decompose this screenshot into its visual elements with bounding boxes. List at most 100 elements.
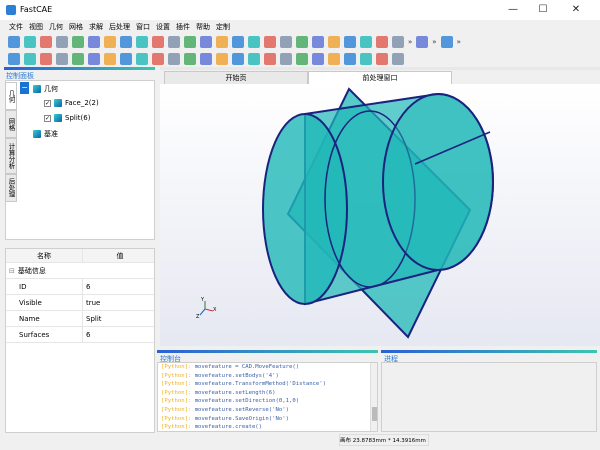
rotate-icon[interactable] — [280, 52, 292, 65]
console-output[interactable]: [Python]: movefeature = CAD.MoveFeature(… — [157, 362, 378, 432]
svg-text:X: X — [213, 307, 217, 313]
move-icon[interactable] — [264, 52, 276, 65]
select-face-icon[interactable] — [312, 35, 324, 48]
view-yx-icon[interactable] — [136, 35, 148, 48]
property-row[interactable]: ID 6 — [6, 279, 154, 295]
variable-fillet-icon[interactable] — [184, 52, 196, 65]
collapse-button[interactable]: − — [20, 82, 29, 94]
fillet-icon[interactable] — [168, 52, 180, 65]
view-zx-icon[interactable] — [168, 35, 180, 48]
menu-1[interactable]: 视图 — [26, 20, 46, 32]
checkbox[interactable]: ✓ — [44, 99, 51, 107]
mirror-icon[interactable] — [248, 52, 260, 65]
menu-8[interactable]: 插件 — [173, 20, 193, 32]
property-row[interactable]: Surfaces 6 — [6, 327, 154, 343]
calculator-icon[interactable] — [88, 35, 100, 48]
console-line: [Python]: movefeature.SaveOrigin('No') — [161, 415, 377, 424]
property-row[interactable]: Visible true — [6, 295, 154, 311]
python-tag: [Python]: — [161, 398, 192, 405]
tab-geometry[interactable]: 几何 — [5, 82, 17, 110]
import-geometry-icon[interactable] — [56, 35, 68, 48]
menu-4[interactable]: 求解 — [86, 20, 106, 32]
mesh-cube-icon[interactable] — [416, 35, 429, 48]
cone-icon[interactable] — [56, 52, 68, 65]
python-tag: [Python]: — [161, 381, 192, 388]
menu-6[interactable]: 窗口 — [133, 20, 153, 32]
display-surface-icon[interactable] — [216, 35, 228, 48]
checkbox[interactable]: ✓ — [44, 114, 51, 122]
main-toolbar: » » » — [0, 33, 600, 50]
view-yz-icon[interactable] — [184, 35, 196, 48]
boolean-cut-icon[interactable] — [216, 52, 228, 65]
tab-mesh[interactable]: 网格 — [5, 110, 17, 138]
extrude-icon[interactable] — [312, 52, 324, 65]
points-icon[interactable] — [120, 52, 132, 65]
group-row[interactable]: ⊟ 基础信息 — [6, 263, 154, 279]
tab-postprocess[interactable]: 后处理 — [5, 174, 17, 202]
display-points-icon[interactable] — [232, 35, 244, 48]
close-button[interactable]: ✕ — [566, 3, 586, 17]
box-icon[interactable] — [24, 52, 36, 65]
tree-item-split[interactable]: ✓ Split(6) — [44, 110, 90, 126]
view-zy-icon[interactable] — [200, 35, 212, 48]
undo-icon[interactable] — [440, 35, 453, 48]
minimize-button[interactable]: — — [503, 3, 523, 17]
split-icon[interactable] — [376, 52, 388, 65]
menu-9[interactable]: 帮助 — [193, 20, 213, 32]
tree-item-datum[interactable]: 基准 — [33, 126, 58, 142]
box-select-icon[interactable] — [344, 35, 356, 48]
line-icon[interactable] — [104, 52, 116, 65]
menu-10[interactable]: 定制 — [213, 20, 233, 32]
property-name: Name — [6, 311, 83, 326]
console-text: movefeature.setBodys('4') — [194, 372, 279, 379]
revolve-icon[interactable] — [360, 52, 372, 65]
boolean-common-icon[interactable] — [232, 52, 244, 65]
view-xy-icon[interactable] — [120, 35, 132, 48]
console-line: [Python]: movefeature.create() — [161, 423, 377, 431]
grid-toggle-icon[interactable] — [376, 35, 388, 48]
chamfer-icon[interactable] — [152, 52, 164, 65]
select-body-icon[interactable] — [328, 35, 340, 48]
sphere-icon[interactable] — [72, 52, 84, 65]
datum-icon — [33, 130, 41, 138]
export-mesh-icon[interactable] — [72, 35, 84, 48]
more-icon[interactable]: » — [432, 38, 436, 46]
property-row[interactable]: Name Split — [6, 311, 154, 327]
3d-viewport[interactable]: Y X Z — [160, 84, 600, 346]
cylinder-icon[interactable] — [40, 52, 52, 65]
sketch-icon[interactable] — [8, 52, 20, 65]
console-scrollbar[interactable] — [370, 363, 377, 431]
tab-preprocess-window[interactable]: 前处理窗口 — [308, 71, 452, 85]
select-line-icon[interactable] — [296, 35, 308, 48]
select-point-icon[interactable] — [280, 35, 292, 48]
save-icon[interactable] — [40, 35, 52, 48]
sweep-icon[interactable] — [344, 52, 356, 65]
menu-0[interactable]: 文件 — [6, 20, 26, 32]
cube-outline-icon[interactable] — [392, 35, 404, 48]
window-title: FastCAE — [20, 5, 53, 14]
new-file-icon[interactable] — [8, 35, 20, 48]
console-text: movefeature.setLength(6) — [194, 389, 276, 396]
open-folder-icon[interactable] — [24, 35, 36, 48]
tab-start-page[interactable]: 开始页 — [164, 71, 308, 85]
menu-2[interactable]: 几何 — [46, 20, 66, 32]
menu-7[interactable]: 设置 — [153, 20, 173, 32]
maximize-button[interactable]: ☐ — [533, 3, 553, 17]
more-icon[interactable]: » — [457, 38, 461, 46]
view-xz-icon[interactable] — [152, 35, 164, 48]
loft-icon[interactable] — [328, 52, 340, 65]
plane-triangle-icon[interactable] — [88, 52, 100, 65]
tree-item-face[interactable]: ✓ Face_2(2) — [44, 95, 99, 111]
display-faces-icon[interactable] — [264, 35, 276, 48]
measure-icon[interactable] — [392, 52, 404, 65]
box-select-2-icon[interactable] — [360, 35, 372, 48]
plane-icon[interactable] — [136, 52, 148, 65]
boolean-union-icon[interactable] — [200, 52, 212, 65]
tab-analysis[interactable]: 计算分析 — [5, 138, 17, 174]
fit-view-icon[interactable] — [104, 35, 116, 48]
menu-5[interactable]: 后处理 — [106, 20, 133, 32]
more-icon[interactable]: » — [408, 38, 412, 46]
array-icon[interactable] — [296, 52, 308, 65]
menu-3[interactable]: 网格 — [66, 20, 86, 32]
display-edges-icon[interactable] — [248, 35, 260, 48]
